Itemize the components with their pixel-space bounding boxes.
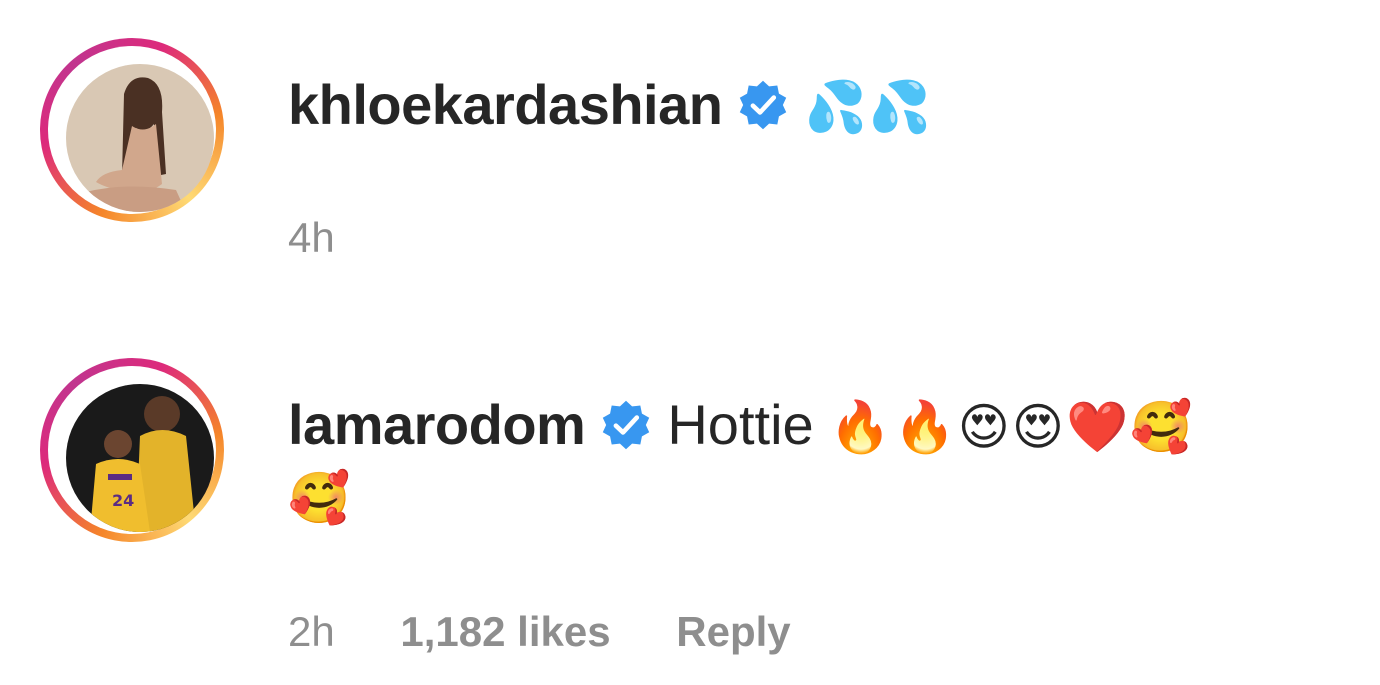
username[interactable]: khloekardashian — [288, 73, 723, 136]
comment-meta: 2h 1,182 likes Reply — [288, 608, 845, 656]
avatar[interactable]: 24 — [40, 358, 224, 542]
avatar-photo-lamar: 24 — [66, 384, 214, 532]
verified-badge-icon — [599, 398, 653, 452]
comment-body: khloekardashian 💦💦 — [288, 66, 1348, 146]
comment-emoji-line2: 🥰 — [288, 469, 351, 527]
verified-badge-icon — [736, 78, 790, 132]
svg-text:24: 24 — [112, 491, 134, 510]
comment-line: khloekardashian 💦💦 — [288, 66, 1348, 146]
avatar-photo-khloe — [66, 64, 214, 212]
comment-time: 4h — [288, 214, 335, 261]
comment-emoji: 💦💦 — [804, 78, 933, 136]
comment-meta: 4h — [288, 214, 389, 262]
likes-count[interactable]: 1,182 likes — [400, 608, 610, 655]
comment-line: lamarodom Hottie 🔥🔥😍😍❤️🥰 — [288, 386, 1348, 466]
comment-body: lamarodom Hottie 🔥🔥😍😍❤️🥰 🥰 — [288, 386, 1348, 530]
comment-emoji: 🔥🔥😍😍❤️🥰 — [829, 398, 1195, 456]
comment-text: Hottie — [667, 393, 814, 456]
comment-time: 2h — [288, 608, 335, 655]
username[interactable]: lamarodom — [288, 393, 586, 456]
reply-button[interactable]: Reply — [676, 608, 790, 655]
avatar[interactable] — [40, 38, 224, 222]
